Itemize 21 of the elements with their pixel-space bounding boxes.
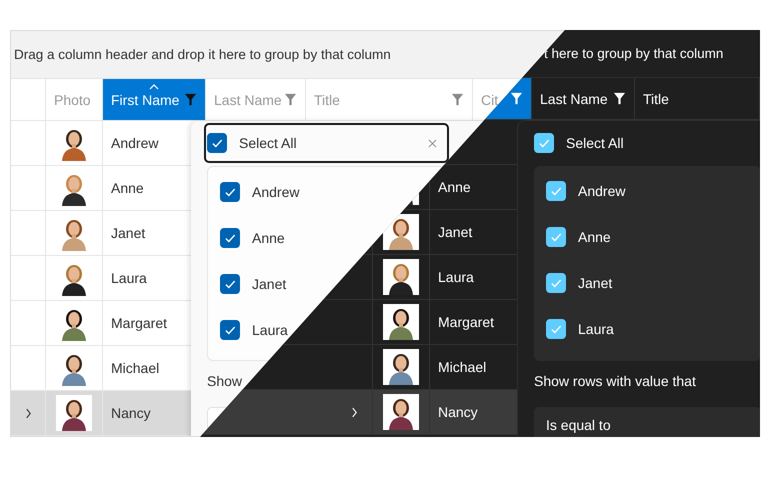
column-title: Title <box>314 92 340 108</box>
group-hint: Drag a column header and drop it here to group by that column <box>14 47 391 62</box>
checkbox-label: Anne <box>252 230 285 246</box>
checkbox-label: Laura <box>252 322 288 338</box>
checkbox-label: Select All <box>566 135 624 151</box>
checkbox-label: Laura <box>578 321 614 337</box>
checkbox-label: Andrew <box>252 184 300 200</box>
condition-label: Show rows with value that <box>534 373 697 391</box>
column-title: Last Name <box>214 92 282 108</box>
column-title: Photo <box>54 92 91 108</box>
column-title: Last Name <box>540 90 608 106</box>
checkbox-label: Janet <box>252 276 286 292</box>
dropdown-value: Is equal to <box>546 417 611 433</box>
column-title: Title <box>643 90 669 106</box>
condition-label: Show <box>207 373 244 391</box>
checkbox-label: Janet <box>578 275 612 291</box>
checkbox-label: Select All <box>239 135 297 151</box>
column-title: Cit <box>481 92 498 108</box>
checkbox-label: Anne <box>578 229 611 245</box>
column-title: First Name <box>111 92 180 108</box>
checkbox-label: Andrew <box>578 183 626 199</box>
